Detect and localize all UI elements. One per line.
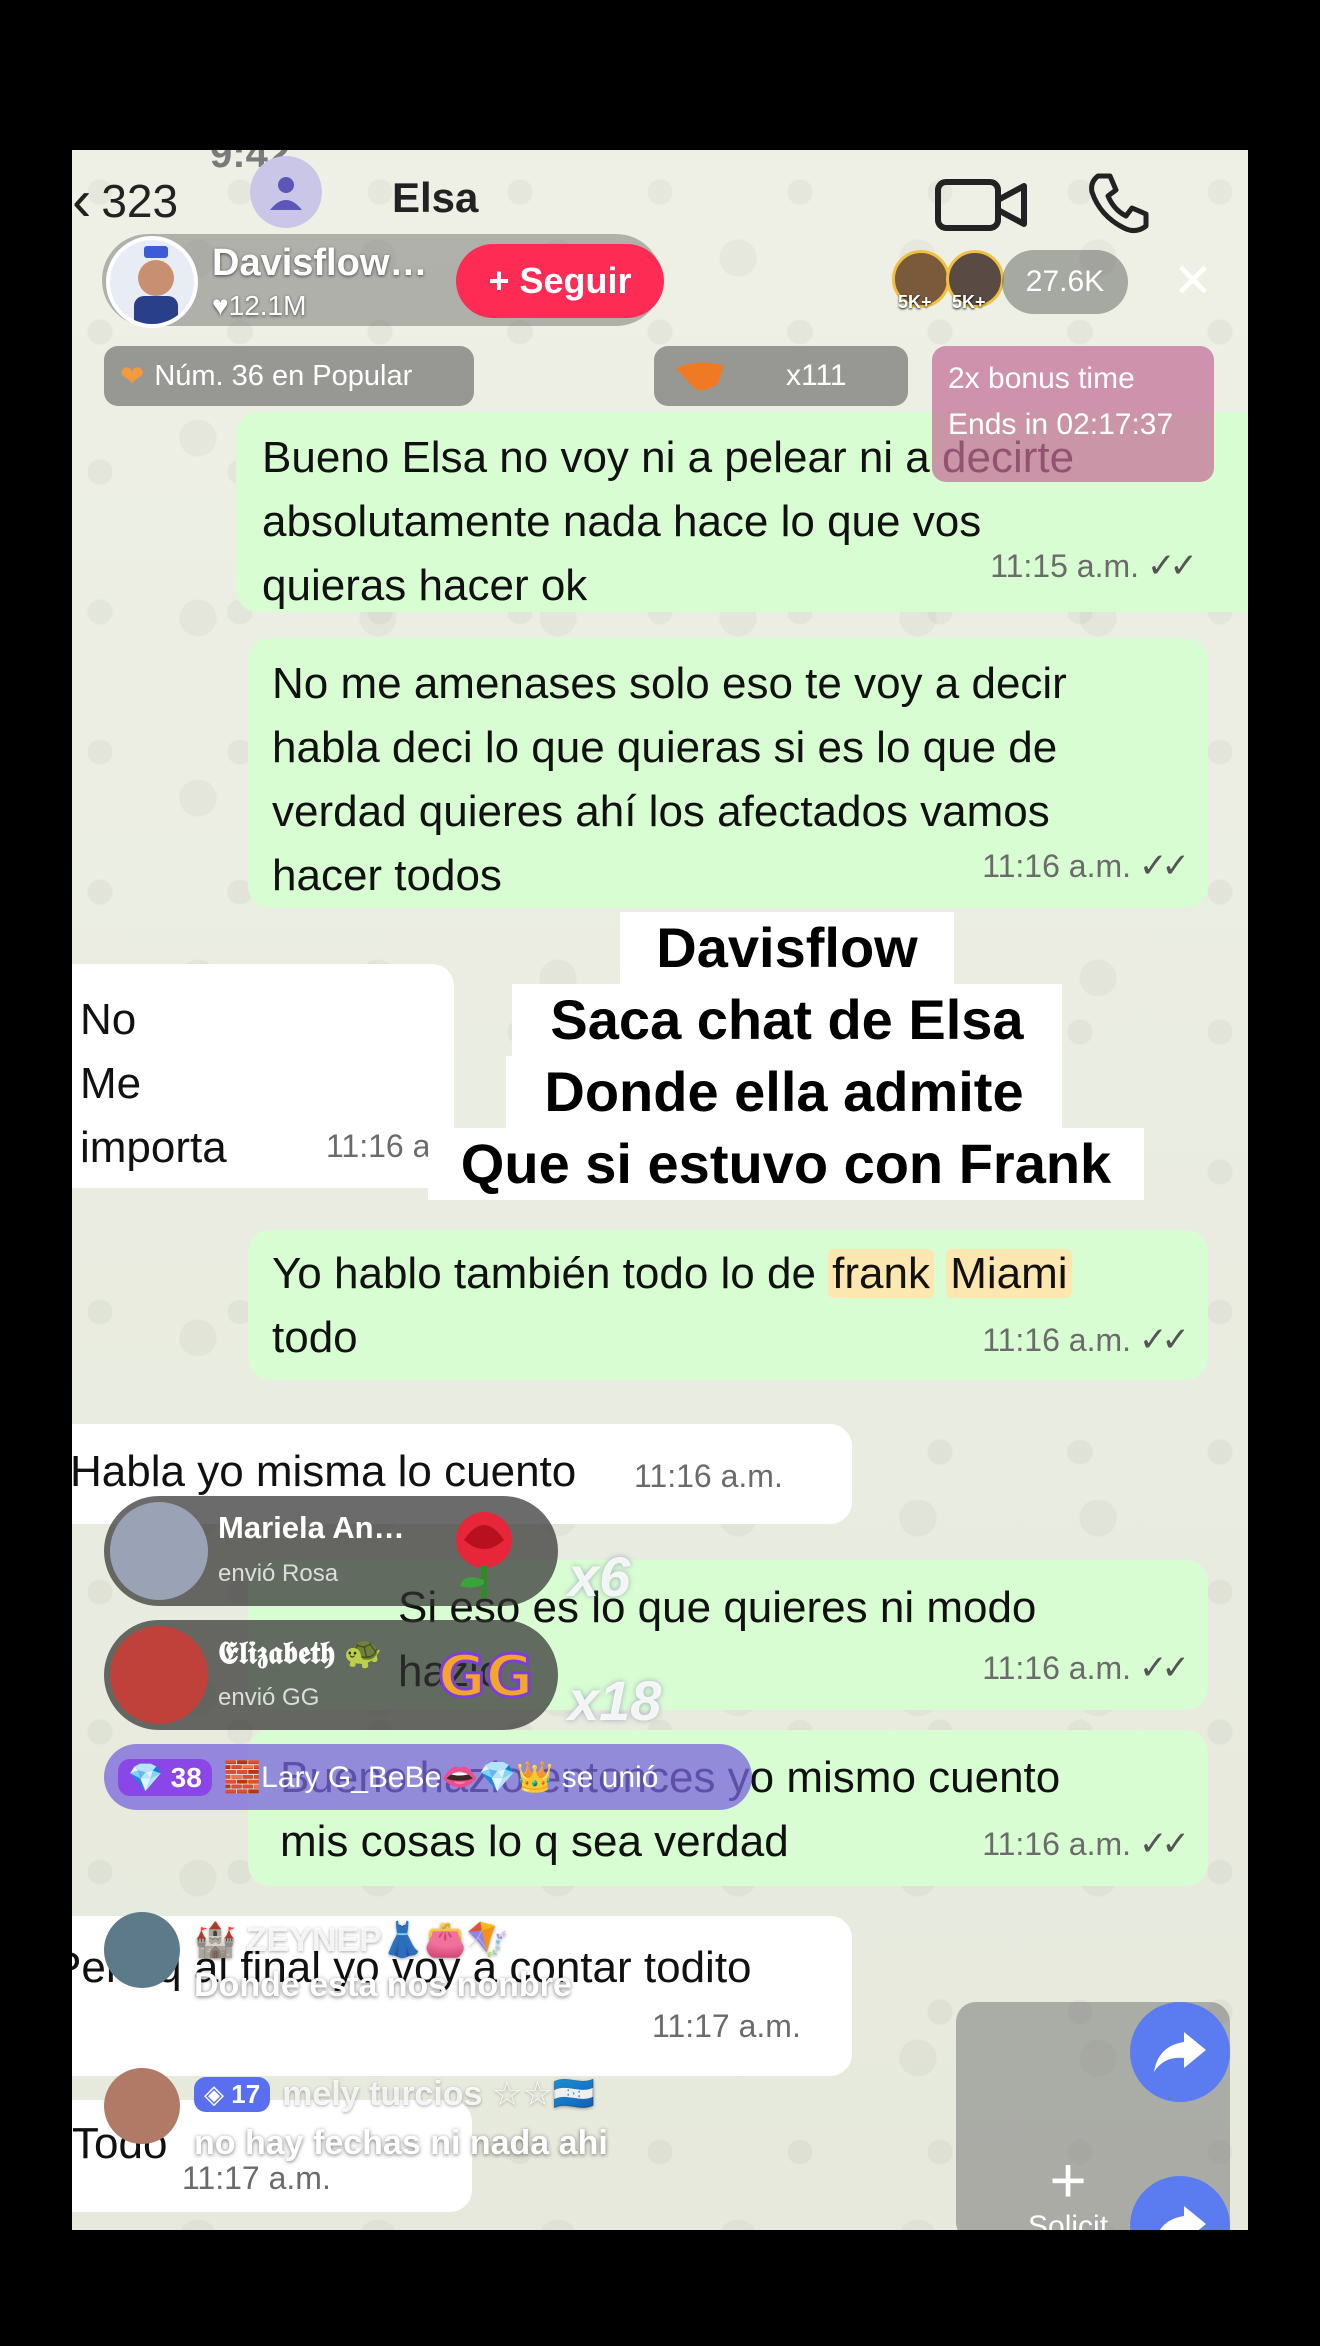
message-timestamp: 11:16 a.m. [634, 1458, 783, 1494]
top-viewer-1[interactable]: 5K+ [892, 250, 950, 312]
contact-name[interactable]: Elsa [392, 174, 478, 222]
bonus-countdown: Ends in 02:17:37 [948, 408, 1174, 441]
host-name[interactable]: Davisflow… [212, 242, 452, 285]
heart-icon: ❤ [120, 360, 145, 393]
share-button[interactable] [1130, 2002, 1230, 2102]
gift-count: x111 [786, 359, 847, 392]
read-ticks-icon: ✓✓ [1147, 547, 1198, 585]
gg-icon: GG [437, 1641, 535, 1712]
gift-multiplier: x6 [568, 1545, 631, 1608]
level-badge: ◈ 17 [194, 2076, 271, 2112]
close-icon[interactable]: ✕ [1160, 248, 1226, 314]
read-ticks-icon: ✓✓ [1139, 1321, 1190, 1359]
gift-notification[interactable]: Mariela An… envió Rosa [104, 1496, 558, 1606]
message-timestamp: 11:16 a.m. ✓✓ [982, 847, 1190, 885]
gift-action: envió GG [218, 1684, 320, 1711]
heart-icon: ♥ [212, 290, 229, 321]
comment-header: ◈ 17 mely turcios ☆☆🇭🇳 [194, 2074, 595, 2114]
back-chevron-icon: ‹ [72, 168, 92, 233]
host-likes: ♥12.1M [212, 290, 307, 321]
commenter-name[interactable]: 🏰 ZEYNEP👗👛🪁 [194, 1920, 509, 1960]
message-line: No [80, 995, 137, 1044]
gift-thumb-icon [676, 362, 724, 391]
phone-screen: 9:42 ‹ 323 Elsa Bueno Elsa no voy ni a p… [72, 150, 1248, 2230]
commenter-name[interactable]: mely turcios ☆☆🇭🇳 [282, 2074, 595, 2114]
rank-label: Núm. 36 en Popular [154, 359, 413, 392]
viewer-badge: 5K+ [952, 292, 986, 312]
message-timestamp: 11:16 a.m. ✓✓ [982, 1321, 1190, 1359]
gift-notification[interactable]: 𝕰𝖑𝖎𝖟𝖆𝖇𝖊𝖙𝖍 🐢 envió GG GG [104, 1620, 558, 1730]
highlight-frank: frank [828, 1249, 934, 1298]
level-badge: 💎 38 [118, 1758, 212, 1796]
diamond-icon: ◈ [204, 2078, 224, 2109]
host-avatar[interactable] [106, 236, 198, 328]
commenter-avatar[interactable] [104, 1912, 180, 1988]
contact-avatar[interactable] [250, 156, 322, 228]
caption-line-3: Donde ella admite [506, 1056, 1062, 1128]
person-icon [270, 177, 302, 210]
unread-count: 323 [101, 175, 179, 227]
gifter-avatar [110, 1626, 208, 1724]
message-bubble-outgoing[interactable]: Yo hablo también todo lo de frank Miami … [248, 1230, 1208, 1380]
caption-line-1: Davisflow [620, 912, 954, 984]
back-button[interactable]: ‹ 323 [72, 172, 178, 230]
read-ticks-icon: ✓✓ [1139, 1825, 1190, 1863]
phone-icon[interactable] [1084, 168, 1154, 238]
caption-line-2: Saca chat de Elsa [512, 984, 1062, 1056]
message-line: Me [80, 1059, 142, 1108]
gifter-name: 𝕰𝖑𝖎𝖟𝖆𝖇𝖊𝖙𝖍 🐢 [218, 1635, 383, 1670]
viewer-badge: 5K+ [898, 292, 932, 312]
bonus-time-box[interactable]: 2x bonus time Ends in 02:17:37 [932, 346, 1214, 482]
rose-icon [456, 1512, 512, 1598]
gift-action: envió Rosa [218, 1560, 339, 1587]
message-timestamp: 11:17 a.m. [652, 2008, 801, 2044]
bonus-title: 2x bonus time [948, 362, 1135, 395]
gift-multiplier: x18 [568, 1669, 662, 1732]
diamond-icon: 💎 [128, 1761, 163, 1793]
solicit-button[interactable]: + Solicit [1028, 2144, 1109, 2230]
plus-icon: + [1049, 2144, 1087, 2216]
solicit-label: Solicit [1028, 2210, 1109, 2230]
join-text: 🧱Lary G_BeBe👄💎👑 se unió [223, 1760, 659, 1794]
caption-line-4: Que si estuvo con Frank [428, 1128, 1144, 1200]
follow-button[interactable]: + Seguir [456, 244, 664, 318]
highlight-miami: Miami [946, 1249, 1072, 1298]
viewer-count[interactable]: 27.6K [1002, 250, 1128, 314]
gift-counter-pill[interactable]: x111 [654, 346, 908, 406]
comment-text: no hay fechas ni nada ahi [194, 2124, 608, 2162]
share-arrow-icon [1159, 2206, 1206, 2230]
message-timestamp: 11:16 a.m. ✓✓ [982, 1825, 1190, 1863]
share-arrow-icon [1154, 2032, 1206, 2072]
message-timestamp: 11:16 a.m. ✓✓ [982, 1649, 1190, 1687]
message-bubble-incoming[interactable]: No Me importa 11:16 a.m. [72, 964, 475, 1188]
popular-rank-pill[interactable]: ❤ Núm. 36 en Popular [104, 346, 474, 406]
message-line: Yo hablo también todo lo de frank Miami [272, 1242, 1184, 1306]
video-call-icon[interactable] [932, 170, 1032, 240]
message-bubble-outgoing[interactable]: No me amenases solo eso te voy a decir h… [248, 638, 1208, 908]
message-timestamp: 11:15 a.m. ✓✓ [990, 547, 1198, 585]
join-notification: 💎 38 🧱Lary G_BeBe👄💎👑 se unió [104, 1744, 752, 1810]
comment-text: Donde esta nos nonbre [194, 1966, 572, 2004]
commenter-avatar[interactable] [104, 2068, 180, 2144]
gifter-avatar [110, 1502, 208, 1600]
top-viewer-2[interactable]: 5K+ [946, 250, 1004, 312]
message-line: No me amenases solo eso te voy a decir [272, 659, 1067, 708]
svg-text:GG: GG [438, 1642, 533, 1710]
message-line: habla deci lo que quieras si es lo que d… [272, 723, 1058, 772]
read-ticks-icon: ✓✓ [1139, 847, 1190, 885]
read-ticks-icon: ✓✓ [1139, 1649, 1190, 1687]
gifter-name: Mariela An… [218, 1510, 405, 1545]
